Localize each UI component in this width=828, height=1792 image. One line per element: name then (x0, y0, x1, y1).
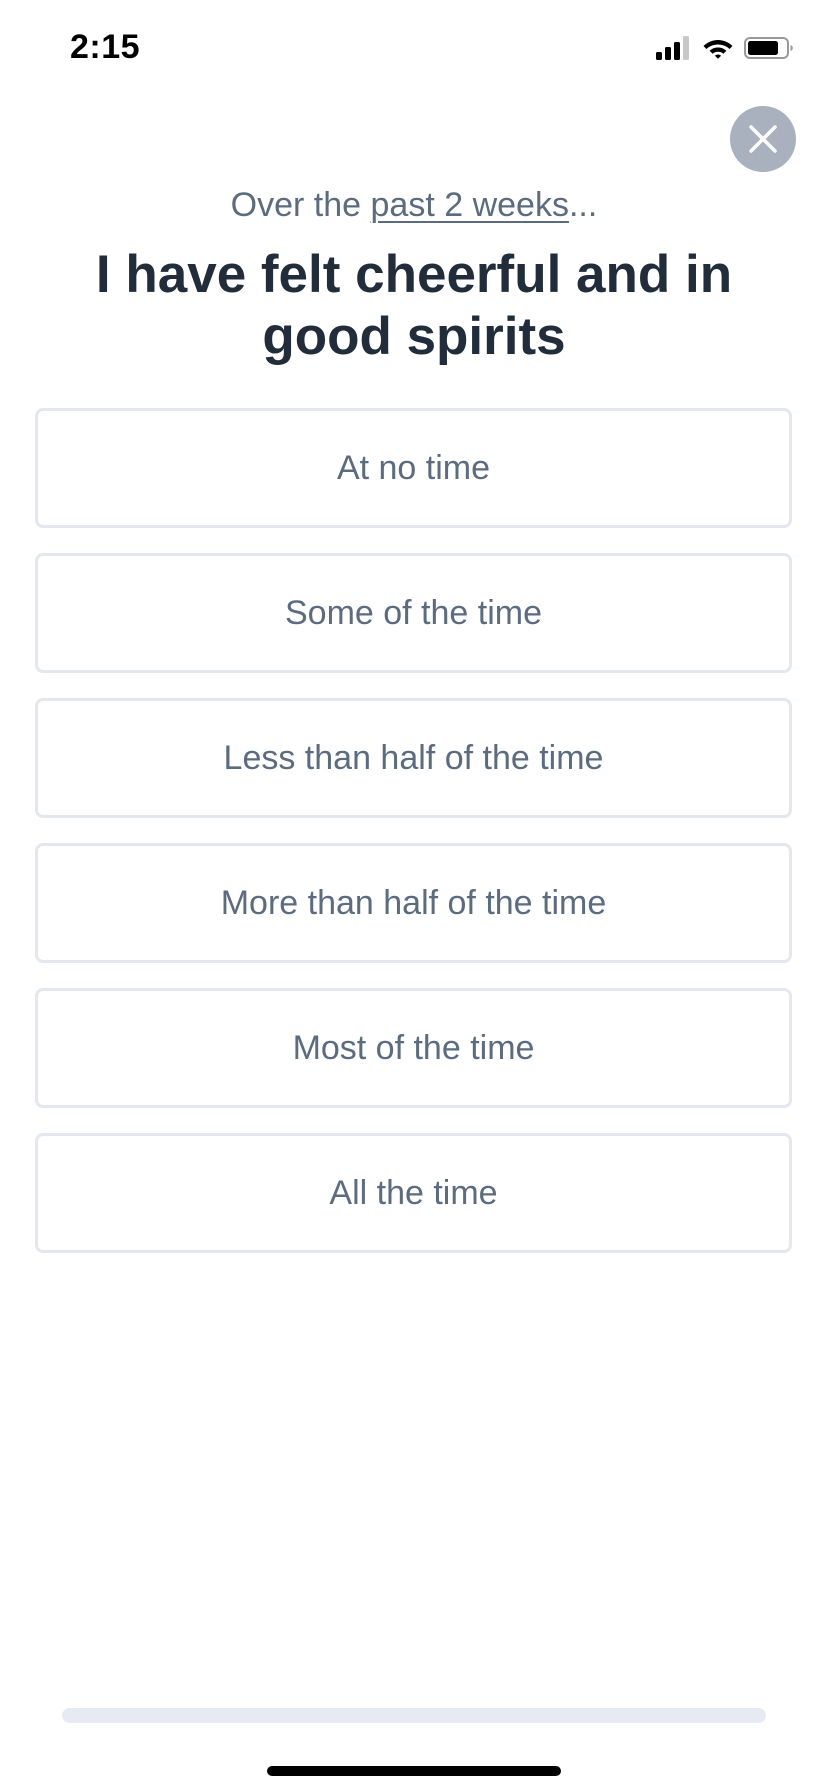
close-button[interactable] (730, 106, 796, 172)
answer-option-more-than-half[interactable]: More than half of the time (35, 843, 792, 963)
home-indicator[interactable] (267, 1766, 561, 1776)
intro-prefix: Over the (230, 186, 371, 224)
answer-option-at-no-time[interactable]: At no time (35, 408, 792, 528)
answer-option-some-of-the-time[interactable]: Some of the time (35, 553, 792, 673)
answer-option-label: Less than half of the time (223, 738, 604, 777)
close-icon (749, 125, 777, 153)
answer-option-label: At no time (336, 448, 491, 487)
answer-option-label: More than half of the time (220, 883, 607, 922)
wifi-icon (703, 40, 733, 59)
answer-option-most-of-the-time[interactable]: Most of the time (35, 988, 792, 1108)
status-icons (656, 36, 794, 60)
answer-option-all-the-time[interactable]: All the time (35, 1133, 792, 1253)
progress-bar (62, 1708, 766, 1723)
status-time: 2:15 (70, 28, 141, 66)
answer-option-label: All the time (329, 1173, 498, 1212)
timeframe-intro: Over the past 2 weeks... (0, 186, 828, 225)
question-title: I have felt cheerful and in good spirits (95, 245, 733, 366)
signal-icon (656, 36, 689, 60)
timeframe-link[interactable]: past 2 weeks (371, 186, 569, 224)
answer-options: At no time Some of the time Less than ha… (35, 408, 792, 1253)
intro-suffix: ... (568, 186, 598, 224)
answer-option-less-than-half[interactable]: Less than half of the time (35, 698, 792, 818)
answer-option-label: Some of the time (284, 593, 542, 632)
status-bar: 2:15 (0, 0, 828, 100)
battery-icon (744, 37, 793, 59)
answer-option-label: Most of the time (292, 1028, 535, 1067)
